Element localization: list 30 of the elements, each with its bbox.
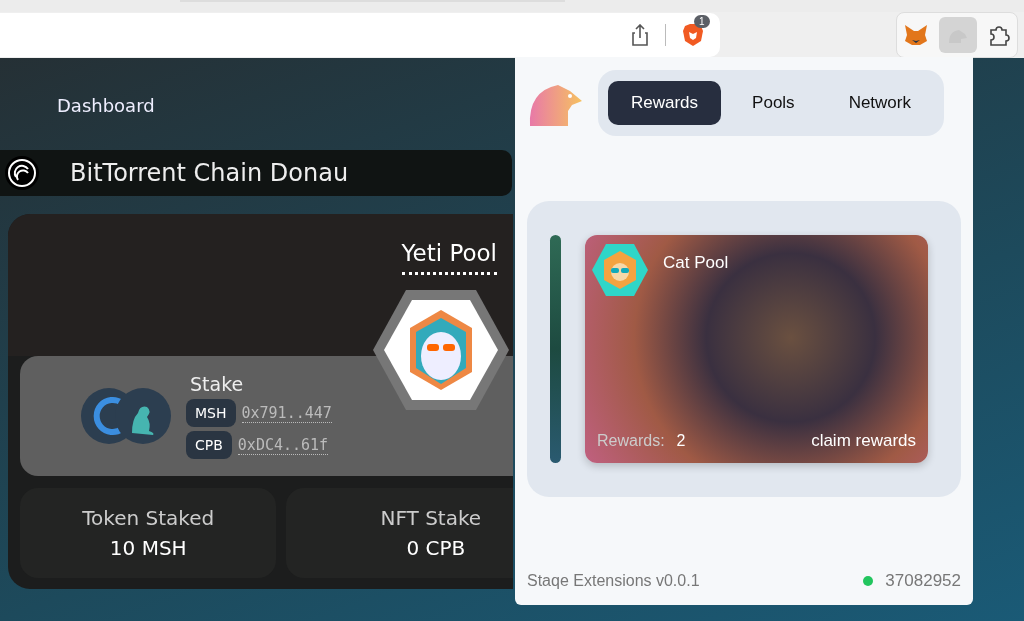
block-number: 37082952 bbox=[885, 571, 961, 591]
rewards-value: 2 bbox=[676, 432, 686, 450]
token-symbol: CPB bbox=[186, 431, 232, 459]
cat-avatar-icon bbox=[591, 243, 649, 297]
chain-name: BitTorrent Chain Donau bbox=[70, 159, 349, 187]
stat-label: NFT Stake bbox=[380, 506, 482, 530]
rewards-label: Rewards: bbox=[597, 432, 665, 450]
chain-bar[interactable]: BitTorrent Chain Donau bbox=[0, 150, 512, 196]
stat-value: 0 CPB bbox=[406, 536, 466, 560]
coin-pair-icon bbox=[80, 387, 172, 445]
pool-title[interactable]: Yeti Pool bbox=[401, 240, 497, 275]
share-icon[interactable] bbox=[631, 24, 649, 46]
claim-rewards-button[interactable]: claim rewards bbox=[811, 431, 916, 451]
chain-logo-icon bbox=[4, 155, 40, 191]
pool-name: Cat Pool bbox=[663, 253, 729, 273]
stat-value: 10 MSH bbox=[109, 536, 187, 560]
fox-icon[interactable] bbox=[903, 23, 929, 47]
version-text: Staqe Extensions v0.0.1 bbox=[527, 572, 700, 590]
tab[interactable]: Network bbox=[825, 81, 934, 125]
lion-shield-icon[interactable] bbox=[682, 23, 704, 47]
notification-badge: 1 bbox=[694, 15, 710, 28]
tab[interactable]: Pools bbox=[729, 81, 818, 125]
puzzle-icon[interactable] bbox=[987, 23, 1011, 47]
pool-reward-card[interactable]: Cat Pool Rewards: 2 claim rewards bbox=[585, 235, 928, 463]
stat-label: Token Staked bbox=[82, 506, 215, 530]
token-symbol: MSH bbox=[186, 399, 236, 427]
address-bar[interactable]: 1 bbox=[0, 13, 720, 57]
stake-label: Stake bbox=[190, 373, 245, 395]
tab[interactable]: Rewards bbox=[608, 81, 722, 125]
dashboard-link[interactable]: Dashboard bbox=[57, 95, 513, 116]
